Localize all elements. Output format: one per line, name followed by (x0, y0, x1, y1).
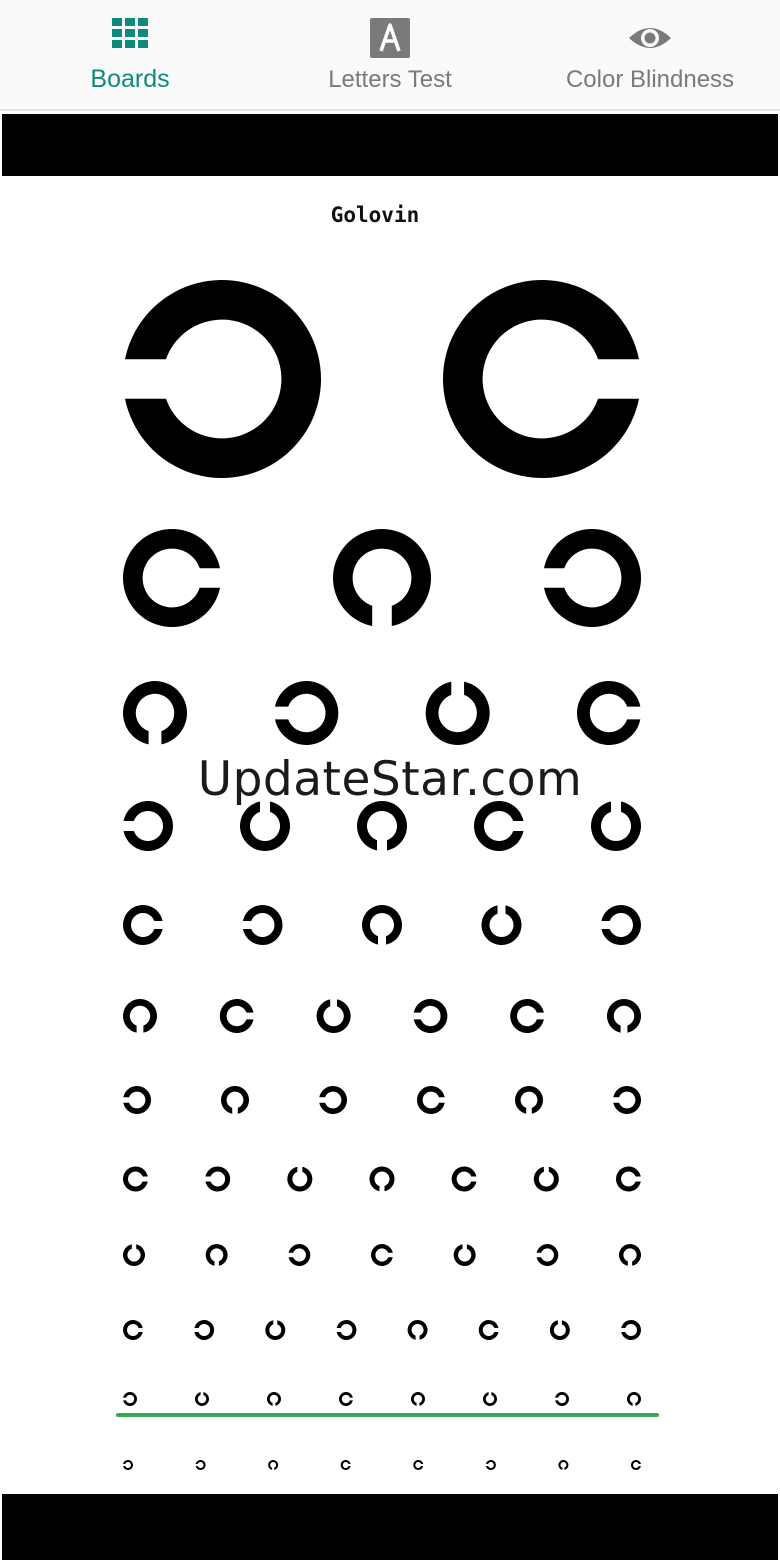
landolt-ring-left (555, 1392, 569, 1406)
landolt-ring-left (613, 1086, 641, 1115)
landolt-ring-right (123, 1166, 148, 1192)
landolt-ring-left (543, 529, 641, 627)
landolt-ring-up (316, 999, 351, 1033)
landolt-ring-down (357, 800, 407, 851)
landolt-ring-down (361, 905, 402, 945)
landolt-ring-right (371, 1243, 393, 1266)
landolt-ring-right (473, 800, 524, 852)
landolt-ring-up (195, 1392, 209, 1406)
landolt-ring-left (288, 1243, 311, 1266)
landolt-ring-right (443, 280, 639, 479)
landolt-ring-left (194, 1320, 215, 1340)
landolt-ring-up (453, 1244, 476, 1266)
landolt-ring-down (122, 999, 158, 1033)
landolt-ring-right (631, 1460, 641, 1470)
landolt-ring-right (510, 999, 544, 1033)
landolt-ring-right (451, 1166, 477, 1192)
landolt-ring-down (267, 1392, 282, 1406)
landolt-ring-down (558, 1460, 569, 1470)
landolt-ring-right (413, 1460, 424, 1470)
landolt-ring-right (123, 1319, 143, 1340)
landolt-ring-up (533, 1166, 559, 1192)
landolt-ring-left (413, 999, 448, 1033)
landolt-ring-right (219, 999, 254, 1033)
landolt-ring-up (590, 801, 642, 852)
landolt-ring-left (123, 1086, 151, 1115)
landolt-ring-right (340, 1460, 351, 1470)
landolt-ring-left (242, 905, 283, 945)
landolt-ring-left (195, 1460, 206, 1470)
landolt-ring-down (122, 680, 188, 745)
landolt-ring-up (482, 1392, 497, 1406)
landolt-ring-up (265, 1320, 286, 1340)
landolt-ring-down (205, 1244, 228, 1266)
landolt-ring-up (481, 905, 522, 945)
landolt-ring-left (319, 1085, 347, 1115)
landolt-ring-right (339, 1392, 353, 1406)
landolt-ring-down (607, 999, 641, 1033)
landolt-ring-right (123, 905, 163, 945)
bottom-black-bar (2, 1494, 778, 1560)
landolt-ring-down (619, 1244, 641, 1266)
landolt-ring-down (333, 528, 431, 627)
landolt-ring-left (601, 905, 641, 945)
landolt-ring-right (417, 1086, 445, 1115)
landolt-ring-left (123, 1460, 133, 1470)
landolt-ring-up (123, 1244, 145, 1266)
landolt-ring-right (616, 1166, 641, 1192)
landolt-ring-left (205, 1166, 231, 1192)
landolt-ring-up (240, 801, 291, 852)
landolt-ring-right (122, 529, 221, 627)
watermark-text: UpdateStar.com (197, 752, 583, 807)
landolt-ring-left (536, 1243, 559, 1266)
landolt-ring-left (125, 280, 321, 479)
landolt-ring-left (123, 1392, 137, 1406)
landolt-ring-right (478, 1319, 499, 1340)
landolt-ring-left (274, 680, 339, 745)
landolt-ring-left (123, 801, 174, 852)
landolt-ring-right (576, 680, 641, 746)
landolt-ring-left (621, 1320, 641, 1340)
landolt-ring-down (268, 1460, 279, 1470)
landolt-ring-up (425, 681, 490, 746)
landolt-ring-up (549, 1320, 570, 1340)
landolt-ring-left (485, 1460, 496, 1470)
landolt-ring-down (514, 1086, 543, 1114)
landolt-ring-down (411, 1392, 425, 1406)
landolt-ring-down (407, 1320, 428, 1340)
landolt-ring-down (369, 1166, 395, 1192)
landolt-ring-down (627, 1392, 642, 1406)
landolt-ring-up (287, 1166, 313, 1192)
landolt-ring-down (221, 1086, 250, 1114)
landolt-ring-left (336, 1320, 357, 1340)
